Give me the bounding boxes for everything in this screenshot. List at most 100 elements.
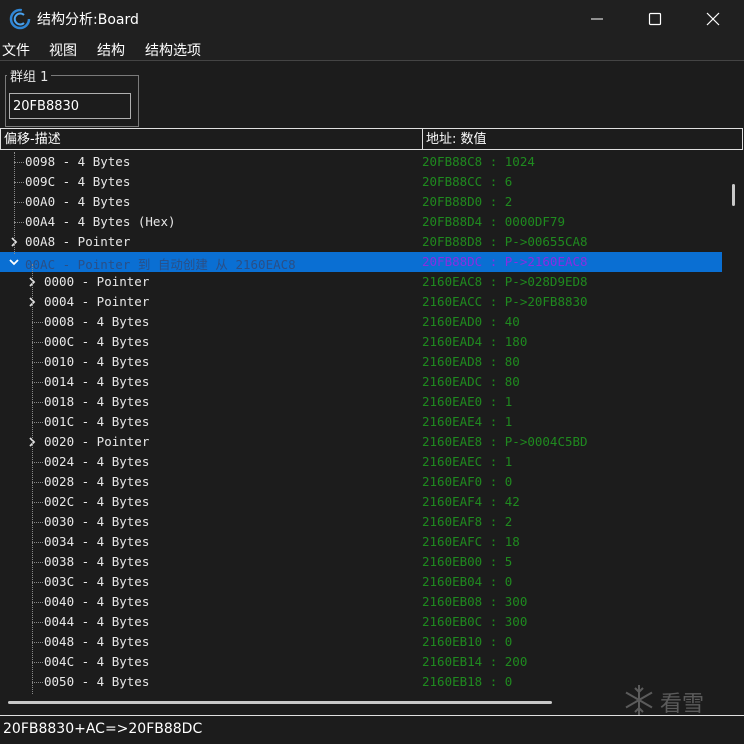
tree-branch-line xyxy=(32,682,43,683)
tree-row[interactable]: 0030 - 4 Bytes 2160EAF8 : 2 xyxy=(0,512,722,532)
tree-branch-line xyxy=(32,622,43,623)
tree-branch-line xyxy=(32,382,43,383)
row-offset-description: 0050 - 4 Bytes xyxy=(44,674,150,689)
group-label: 群组 1 xyxy=(7,66,52,85)
tree-row[interactable]: 0040 - 4 Bytes 2160EB08 : 300 xyxy=(0,592,722,612)
row-offset-description: 0028 - 4 Bytes xyxy=(44,474,150,489)
tree-branch-line xyxy=(14,222,24,223)
column-header: 偏移-描述 地址: 数值 xyxy=(0,128,744,152)
tree-branch-line xyxy=(32,264,33,694)
row-address-value[interactable]: 2160EB04 : 0 xyxy=(422,574,512,589)
menu-bar: 文件 视图 结构 结构选项 xyxy=(0,38,744,60)
menu-item-view[interactable]: 视图 xyxy=(49,40,77,60)
maximize-button[interactable] xyxy=(626,0,684,38)
row-address-value[interactable]: 2160EB18 : 0 xyxy=(422,674,512,689)
row-address-value[interactable]: 20FB88C8 : 1024 xyxy=(422,154,535,169)
row-address-value[interactable]: 2160EACC : P->20FB8830 xyxy=(422,294,588,309)
vertical-scrollbar-thumb[interactable] xyxy=(732,184,735,206)
row-address-value[interactable]: 2160EAC8 : P->028D9ED8 xyxy=(422,274,588,289)
row-address-value[interactable]: 2160EB08 : 300 xyxy=(422,594,527,609)
row-address-value[interactable]: 2160EAE0 : 1 xyxy=(422,394,512,409)
chevron-down-icon[interactable] xyxy=(9,257,19,267)
row-offset-description: 0014 - 4 Bytes xyxy=(44,374,150,389)
row-address-value[interactable]: 20FB88DC : P->2160EAC8 xyxy=(422,254,588,269)
horizontal-scrollbar-thumb[interactable] xyxy=(8,701,552,704)
row-offset-description: 0020 - Pointer xyxy=(44,434,150,449)
row-offset-description: 00A0 - 4 Bytes xyxy=(25,194,131,209)
tree-row[interactable]: 0038 - 4 Bytes 2160EB00 : 5 xyxy=(0,552,722,572)
row-address-value[interactable]: 20FB88CC : 6 xyxy=(422,174,512,189)
row-address-value[interactable]: 2160EB10 : 0 xyxy=(422,634,512,649)
tree-row[interactable]: 0024 - 4 Bytes 2160EAEC : 1 xyxy=(0,452,722,472)
row-offset-description: 002C - 4 Bytes xyxy=(44,494,150,509)
tree-row[interactable]: 00A8 - Pointer 20FB88D8 : P->00655CA8 xyxy=(0,232,722,252)
tree-row[interactable]: 00A0 - 4 Bytes 20FB88D0 : 2 xyxy=(0,192,722,212)
tree-branch-line xyxy=(32,522,43,523)
row-offset-description: 001C - 4 Bytes xyxy=(44,414,150,429)
row-address-value[interactable]: 2160EB14 : 200 xyxy=(422,654,527,669)
minimize-icon xyxy=(591,18,603,20)
row-address-value[interactable]: 2160EAD8 : 80 xyxy=(422,354,520,369)
tree-row[interactable]: 004C - 4 Bytes 2160EB14 : 200 xyxy=(0,652,722,672)
row-offset-description: 0018 - 4 Bytes xyxy=(44,394,150,409)
tree-row[interactable]: 0000 - Pointer 2160EAC8 : P->028D9ED8 xyxy=(0,272,722,292)
tree-row[interactable]: 00A4 - 4 Bytes (Hex) 20FB88D4 : 0000DF79 xyxy=(0,212,722,232)
header-address-value[interactable]: 地址: 数值 xyxy=(422,128,743,150)
close-button[interactable] xyxy=(684,0,742,38)
tree-branch-line xyxy=(32,582,43,583)
tree-row[interactable]: 0034 - 4 Bytes 2160EAFC : 18 xyxy=(0,532,722,552)
tree-row[interactable]: 0018 - 4 Bytes 2160EAE0 : 1 xyxy=(0,392,722,412)
menu-item-structure[interactable]: 结构 xyxy=(97,40,125,60)
vertical-scrollbar[interactable] xyxy=(728,152,744,695)
row-address-value[interactable]: 2160EAE8 : P->0004C5BD xyxy=(422,434,588,449)
row-address-value[interactable]: 2160EAE4 : 1 xyxy=(422,414,512,429)
row-address-value[interactable]: 2160EAD4 : 180 xyxy=(422,334,527,349)
header-offset-description[interactable]: 偏移-描述 xyxy=(0,128,423,150)
row-address-value[interactable]: 20FB88D0 : 2 xyxy=(422,194,512,209)
tree-row[interactable]: 0004 - Pointer 2160EACC : P->20FB8830 xyxy=(0,292,722,312)
row-address-value[interactable]: 2160EAEC : 1 xyxy=(422,454,512,469)
tree-row[interactable]: 000C - 4 Bytes 2160EAD4 : 180 xyxy=(0,332,722,352)
tree-row[interactable]: 009C - 4 Bytes 20FB88CC : 6 xyxy=(0,172,722,192)
tree-row[interactable]: 0010 - 4 Bytes 2160EAD8 : 80 xyxy=(0,352,722,372)
tree-row-selected[interactable]: 00AC - Pointer 到 自动创建 从 2160EAC8 20FB88DC… xyxy=(0,252,722,272)
minimize-button[interactable] xyxy=(568,0,626,38)
row-offset-description: 004C - 4 Bytes xyxy=(44,654,150,669)
status-text: 20FB8830+AC=>20FB88DC xyxy=(3,721,203,737)
watermark-text: 看雪 xyxy=(660,692,705,717)
group-address-input[interactable] xyxy=(9,93,131,119)
row-offset-description: 009C - 4 Bytes xyxy=(25,174,131,189)
row-address-value[interactable]: 20FB88D8 : P->00655CA8 xyxy=(422,234,588,249)
tree-row[interactable]: 0020 - Pointer 2160EAE8 : P->0004C5BD xyxy=(0,432,722,452)
tree-row[interactable]: 0044 - 4 Bytes 2160EB0C : 300 xyxy=(0,612,722,632)
structure-tree[interactable]: 0098 - 4 Bytes 20FB88C8 : 1024 009C - 4 By… xyxy=(0,152,728,695)
tree-row[interactable]: 0008 - 4 Bytes 2160EAD0 : 40 xyxy=(0,312,722,332)
menu-item-file[interactable]: 文件 xyxy=(2,40,30,60)
tree-row[interactable]: 001C - 4 Bytes 2160EAE4 : 1 xyxy=(0,412,722,432)
tree-branch-line xyxy=(14,182,24,183)
tree-row[interactable]: 003C - 4 Bytes 2160EB04 : 0 xyxy=(0,572,722,592)
row-offset-description: 0038 - 4 Bytes xyxy=(44,554,150,569)
row-offset-description: 00A8 - Pointer xyxy=(25,234,131,249)
row-address-value[interactable]: 2160EAFC : 18 xyxy=(422,534,520,549)
row-address-value[interactable]: 2160EB00 : 5 xyxy=(422,554,512,569)
row-address-value[interactable]: 2160EAF0 : 0 xyxy=(422,474,512,489)
row-address-value[interactable]: 2160EADC : 80 xyxy=(422,374,520,389)
row-offset-description: 0034 - 4 Bytes xyxy=(44,534,150,549)
row-address-value[interactable]: 2160EAF4 : 42 xyxy=(422,494,520,509)
row-address-value[interactable]: 2160EAD0 : 40 xyxy=(422,314,520,329)
tree-row[interactable]: 0048 - 4 Bytes 2160EB10 : 0 xyxy=(0,632,722,652)
row-offset-description: 00A4 - 4 Bytes (Hex) xyxy=(25,214,176,229)
tree-row[interactable]: 0050 - 4 Bytes 2160EB18 : 0 xyxy=(0,672,722,692)
row-address-value[interactable]: 20FB88D4 : 0000DF79 xyxy=(422,214,565,229)
tree-row[interactable]: 0098 - 4 Bytes 20FB88C8 : 1024 xyxy=(0,152,722,172)
tree-row[interactable]: 0028 - 4 Bytes 2160EAF0 : 0 xyxy=(0,472,722,492)
row-address-value[interactable]: 2160EAF8 : 2 xyxy=(422,514,512,529)
tree-row[interactable]: 002C - 4 Bytes 2160EAF4 : 42 xyxy=(0,492,722,512)
row-address-value[interactable]: 2160EB0C : 300 xyxy=(422,614,527,629)
tree-branch-line xyxy=(32,562,43,563)
close-icon xyxy=(706,12,720,26)
tree-row[interactable]: 0014 - 4 Bytes 2160EADC : 80 xyxy=(0,372,722,392)
title-bar[interactable]: 结构分析:Board xyxy=(0,0,744,38)
menu-item-structure-options[interactable]: 结构选项 xyxy=(145,40,201,60)
